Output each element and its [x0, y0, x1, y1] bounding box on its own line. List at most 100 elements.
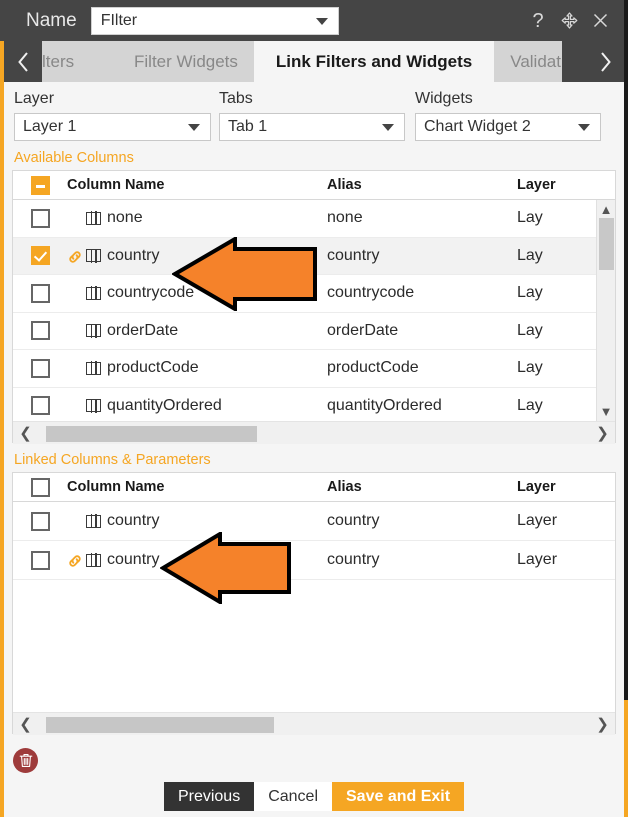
- tabs-strip: lters Filter Widgets Link Filters and Wi…: [42, 41, 586, 82]
- window-controls: ?: [528, 10, 624, 32]
- linked-select-all-cell: [13, 478, 67, 497]
- table-row[interactable]: quantityOrdered quantityOrdered Lay: [13, 388, 615, 422]
- row-column-name-text: quantityOrdered: [107, 397, 222, 415]
- available-select-all-checkbox[interactable]: [31, 176, 50, 195]
- row-column-name-text: country: [107, 512, 159, 530]
- close-icon[interactable]: [590, 10, 610, 32]
- scroll-left-icon[interactable]: ❮: [13, 424, 38, 442]
- scroll-up-icon[interactable]: ▲: [600, 200, 613, 219]
- chevron-down-icon: [316, 18, 328, 25]
- row-checkbox-cell: [13, 246, 67, 265]
- row-alias: quantityOrdered: [327, 397, 517, 415]
- row-column-name: country: [67, 512, 327, 530]
- linked-columns-table: Column Name Alias Layer country: [12, 472, 616, 734]
- linked-table-header: Column Name Alias Layer: [13, 473, 615, 502]
- cancel-button[interactable]: Cancel: [254, 782, 332, 811]
- chevron-down-icon: [188, 124, 200, 131]
- link-icon: [67, 553, 83, 569]
- row-checkbox-cell: [13, 359, 67, 378]
- available-vertical-scrollbar[interactable]: ▲ ▼: [596, 200, 615, 421]
- layer-label: Layer: [14, 90, 219, 108]
- row-checkbox-cell: [13, 396, 67, 415]
- scroll-right-icon[interactable]: ❯: [590, 715, 615, 733]
- available-header-alias: Alias: [327, 177, 517, 193]
- row-checkbox[interactable]: [31, 359, 50, 378]
- table-row[interactable]: countrycode countrycode Lay: [13, 275, 615, 313]
- row-column-name-text: none: [107, 209, 143, 227]
- vertical-scroll-thumb[interactable]: [599, 218, 614, 270]
- widgets-label: Widgets: [415, 90, 611, 108]
- row-checkbox[interactable]: [31, 396, 50, 415]
- scroll-left-icon[interactable]: ❮: [13, 715, 38, 733]
- linked-rows: country country Layer: [13, 502, 615, 580]
- linked-columns-title: Linked Columns & Parameters: [4, 443, 624, 472]
- row-checkbox-cell: [13, 321, 67, 340]
- table-row[interactable]: country country Layer: [13, 502, 615, 541]
- name-combobox[interactable]: FIlter: [91, 7, 339, 35]
- link-filters-dialog: Name FIlter ? lters: [0, 0, 628, 817]
- column-icon: [86, 362, 101, 375]
- row-checkbox[interactable]: [31, 246, 50, 265]
- linked-select-all-checkbox[interactable]: [31, 478, 50, 497]
- chevron-down-icon: [578, 124, 590, 131]
- tab-filters[interactable]: lters: [42, 41, 118, 82]
- delete-button[interactable]: [13, 748, 38, 773]
- linked-horizontal-scrollbar[interactable]: ❮ ❯: [13, 712, 615, 735]
- row-column-name: country: [67, 247, 327, 265]
- chevron-right-icon[interactable]: [586, 41, 624, 82]
- link-icon: [67, 249, 83, 265]
- table-row[interactable]: orderDate orderDate Lay: [13, 313, 615, 351]
- widgets-dropdown[interactable]: Chart Widget 2: [415, 113, 601, 141]
- column-icon: [86, 554, 101, 567]
- horizontal-scroll-thumb[interactable]: [46, 426, 257, 442]
- right-accent-strip-orange: [624, 700, 628, 817]
- tab-link-filters-and-widgets[interactable]: Link Filters and Widgets: [254, 41, 494, 82]
- row-column-name-text: productCode: [107, 359, 199, 377]
- row-checkbox[interactable]: [31, 284, 50, 303]
- column-icon: [86, 287, 101, 300]
- row-column-name: productCode: [67, 359, 327, 377]
- right-accent-strip: [624, 0, 628, 817]
- help-icon[interactable]: ?: [528, 10, 548, 32]
- row-layer: Layer: [517, 512, 615, 530]
- widgets-selector-group: Widgets Chart Widget 2: [415, 90, 611, 141]
- chevron-down-icon: [382, 124, 394, 131]
- available-horizontal-scrollbar[interactable]: ❮ ❯: [13, 421, 615, 444]
- scroll-right-icon[interactable]: ❯: [590, 424, 615, 442]
- tab-validate[interactable]: Validat: [494, 41, 562, 82]
- row-checkbox[interactable]: [31, 321, 50, 340]
- column-icon: [86, 212, 101, 225]
- column-icon: [86, 324, 101, 337]
- table-row[interactable]: productCode productCode Lay: [13, 350, 615, 388]
- row-checkbox-cell: [13, 284, 67, 303]
- layer-dropdown[interactable]: Layer 1: [14, 113, 211, 141]
- table-row[interactable]: none none Lay: [13, 200, 615, 238]
- tabs-label: Tabs: [219, 90, 415, 108]
- scroll-down-icon[interactable]: ▼: [600, 402, 613, 421]
- wizard-tabbar: lters Filter Widgets Link Filters and Wi…: [4, 41, 624, 82]
- tabs-dropdown[interactable]: Tab 1: [219, 113, 405, 141]
- name-label: Name: [26, 10, 77, 32]
- tabs-value: Tab 1: [220, 118, 267, 136]
- horizontal-scroll-thumb[interactable]: [46, 717, 274, 733]
- table-row[interactable]: country country Lay: [13, 238, 615, 276]
- save-and-exit-button[interactable]: Save and Exit: [332, 782, 464, 811]
- previous-button[interactable]: Previous: [164, 782, 254, 811]
- row-checkbox[interactable]: [31, 551, 50, 570]
- move-icon[interactable]: [559, 10, 579, 32]
- row-alias: none: [327, 209, 517, 227]
- available-rows: none none Lay: [13, 200, 615, 421]
- row-layer: Layer: [517, 551, 615, 569]
- row-column-name-text: country: [107, 247, 159, 265]
- row-checkbox[interactable]: [31, 209, 50, 228]
- linked-header-alias: Alias: [327, 479, 517, 495]
- row-column-name: orderDate: [67, 322, 327, 340]
- chevron-left-icon[interactable]: [4, 41, 42, 82]
- row-column-name: none: [67, 209, 327, 227]
- row-column-name: country: [67, 551, 327, 569]
- row-column-name: countrycode: [67, 284, 327, 302]
- tab-filter-widgets[interactable]: Filter Widgets: [118, 41, 254, 82]
- row-checkbox[interactable]: [31, 512, 50, 531]
- table-row[interactable]: country country Layer: [13, 541, 615, 580]
- row-column-name-text: orderDate: [107, 322, 178, 340]
